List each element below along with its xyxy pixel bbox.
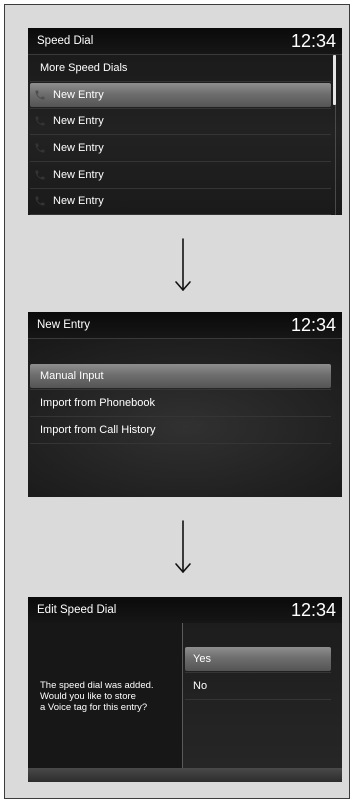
down-arrow-icon	[175, 520, 191, 573]
menu-item-import-phonebook[interactable]: Import from Phonebook	[30, 390, 331, 417]
list-item-new-entry[interactable]: New Entry	[30, 108, 331, 135]
title-bar: Edit Speed Dial 12:34	[28, 597, 342, 624]
list-item-label: New Entry	[53, 142, 104, 154]
message-line: a Voice tag for this entry?	[40, 702, 148, 713]
list-item-label: New Entry	[53, 115, 104, 127]
menu-item-import-call-history[interactable]: Import from Call History	[30, 417, 331, 444]
speed-dial-screen: Speed Dial 12:34 More Speed Dials New En…	[28, 28, 342, 215]
list-item-label: More Speed Dials	[40, 62, 128, 74]
list-item-new-entry[interactable]: New Entry	[30, 188, 331, 215]
option-yes[interactable]: Yes	[185, 646, 331, 673]
phone-icon	[34, 195, 46, 207]
phone-icon	[34, 89, 46, 101]
confirmation-message: The speed dial was added. Would you like…	[40, 680, 154, 713]
title-bar: New Entry 12:34	[28, 312, 342, 339]
screen-title: Speed Dial	[37, 35, 94, 47]
edit-speed-dial-screen: Edit Speed Dial 12:34 The speed dial was…	[28, 597, 342, 782]
title-bar: Speed Dial 12:34	[28, 28, 342, 55]
phone-icon	[34, 142, 46, 154]
down-arrow-icon	[175, 238, 191, 291]
list-item-more-speed-dials[interactable]: More Speed Dials	[30, 55, 331, 82]
menu-item-label: Import from Call History	[40, 424, 156, 436]
menu-item-label: Import from Phonebook	[40, 397, 155, 409]
list-item-new-entry[interactable]: New Entry	[30, 135, 331, 162]
clock: 12:34	[290, 600, 336, 620]
screen-title: Edit Speed Dial	[37, 604, 117, 616]
clock: 12:34	[290, 31, 336, 51]
option-label: Yes	[193, 653, 211, 665]
bottom-bar	[28, 768, 342, 782]
phone-icon	[34, 115, 46, 127]
option-no[interactable]: No	[185, 673, 331, 700]
list-item-label: New Entry	[53, 169, 104, 181]
list-item-label: New Entry	[53, 195, 104, 207]
new-entry-screen: New Entry 12:34 Manual Input Import from…	[28, 312, 342, 497]
screen-title: New Entry	[37, 319, 91, 331]
menu-item-label: Manual Input	[40, 370, 104, 382]
phone-icon	[34, 169, 46, 181]
scrollbar-thumb[interactable]	[333, 55, 336, 105]
message-line: The speed dial was added.	[40, 680, 154, 691]
message-line: Would you like to store	[40, 691, 136, 702]
menu-item-manual-input[interactable]: Manual Input	[30, 363, 331, 390]
option-label: No	[193, 680, 208, 692]
list-item-new-entry[interactable]: New Entry	[30, 82, 331, 109]
list-item-new-entry[interactable]: New Entry	[30, 162, 331, 189]
clock: 12:34	[290, 315, 336, 335]
list-item-label: New Entry	[53, 89, 104, 101]
